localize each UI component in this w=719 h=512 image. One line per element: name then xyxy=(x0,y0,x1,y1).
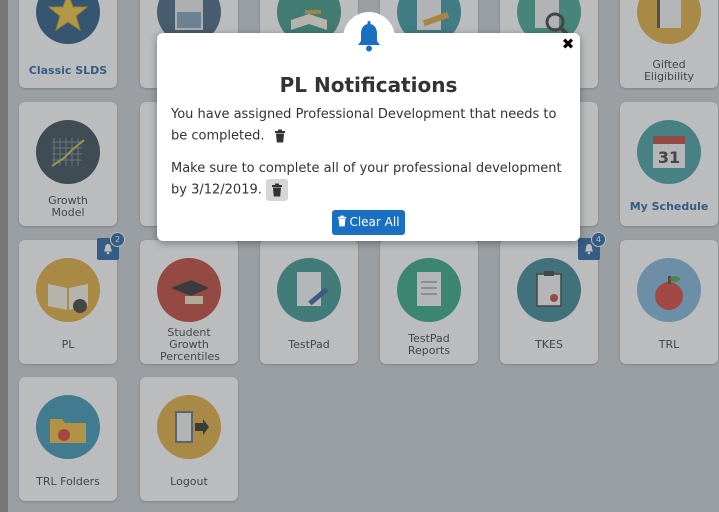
modal-bell-badge xyxy=(343,12,395,64)
clear-all-label: Clear All xyxy=(349,215,400,229)
pl-notifications-modal: ✖ PL Notifications You have assigned Pro… xyxy=(157,12,580,241)
close-icon[interactable]: ✖ xyxy=(560,36,576,52)
notification-message: You have assigned Professional Developme… xyxy=(171,105,566,147)
bell-icon xyxy=(358,21,380,52)
delete-notification-button[interactable] xyxy=(266,179,289,201)
notification-message: Make sure to complete all of your profes… xyxy=(171,159,566,201)
trash-icon xyxy=(274,129,285,143)
trash-icon xyxy=(338,215,347,227)
trash-icon xyxy=(272,183,283,197)
notification-text: You have assigned Professional Developme… xyxy=(171,107,557,144)
clear-all-button[interactable]: Clear All xyxy=(332,210,405,235)
modal-title: PL Notifications xyxy=(279,73,458,97)
notification-text: Make sure to complete all of your profes… xyxy=(171,161,562,198)
delete-notification-button[interactable] xyxy=(269,125,291,147)
